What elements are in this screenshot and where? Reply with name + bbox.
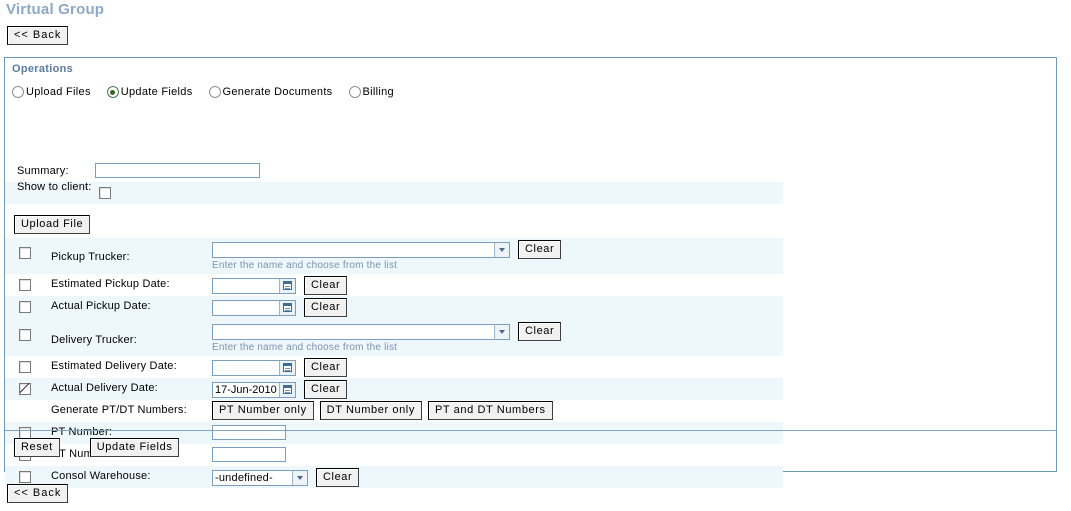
- row-label: Actual Delivery Date:: [51, 382, 158, 394]
- estimated-delivery-date-input[interactable]: [213, 360, 279, 375]
- pickup-trucker-hint: Enter the name and choose from the list: [212, 260, 398, 271]
- pt-number-input[interactable]: [212, 425, 286, 440]
- show-to-client-checkbox[interactable]: [99, 187, 111, 199]
- row-label: Actual Pickup Date:: [51, 300, 151, 312]
- page-title: Virtual Group: [6, 1, 105, 18]
- row-label: Consol Warehouse:: [51, 470, 151, 482]
- radio-label: Upload Files: [26, 86, 91, 98]
- radio-option-upload-files[interactable]: Upload Files: [12, 86, 91, 98]
- summary-input[interactable]: [95, 163, 260, 178]
- clear-button-delivery-trucker[interactable]: Clear: [518, 322, 562, 341]
- table-row-estimated-pickup-date: Estimated Pickup Date: Clear: [5, 274, 783, 296]
- row-checkbox-consol-warehouse[interactable]: [19, 471, 31, 483]
- summary-row: Summary:: [5, 163, 783, 181]
- table-row-actual-delivery-date: Actual Delivery Date: Clear: [5, 378, 783, 400]
- clear-button-actual-delivery-date[interactable]: Clear: [304, 380, 348, 399]
- radio-label: Update Fields: [120, 86, 193, 98]
- row-checkbox-actual-pickup-date[interactable]: [19, 301, 31, 313]
- calendar-icon[interactable]: [279, 300, 295, 315]
- radio-label: Generate Documents: [222, 86, 333, 98]
- pt-and-dt-numbers-button[interactable]: PT and DT Numbers: [427, 401, 553, 420]
- radio-option-billing[interactable]: Billing: [348, 86, 394, 98]
- table-row-consol-warehouse: Consol Warehouse: -undefined- Clear: [5, 466, 783, 488]
- row-label: Generate PT/DT Numbers:: [51, 404, 187, 416]
- calendar-icon[interactable]: [279, 382, 295, 397]
- row-label: Delivery Trucker:: [51, 334, 137, 346]
- consol-warehouse-select[interactable]: -undefined-: [212, 469, 308, 486]
- row-label: Estimated Pickup Date:: [51, 278, 170, 290]
- summary-label: Summary:: [17, 165, 69, 177]
- dt-number-only-button[interactable]: DT Number only: [319, 401, 422, 420]
- back-button-top[interactable]: << Back: [7, 26, 69, 45]
- table-row-delivery-trucker: Delivery Trucker: Clear Enter the name a…: [5, 318, 783, 356]
- row-label: Estimated Delivery Date:: [51, 360, 177, 372]
- chevron-down-icon[interactable]: [494, 324, 509, 339]
- clear-button-pickup-trucker[interactable]: Clear: [518, 240, 562, 259]
- chevron-down-icon[interactable]: [494, 242, 509, 257]
- operation-mode-radio-group: Upload Files Update Fields Generate Docu…: [12, 84, 410, 100]
- table-row-estimated-delivery-date: Estimated Delivery Date: Clear: [5, 356, 783, 378]
- estimated-pickup-date-field[interactable]: [212, 277, 296, 294]
- clear-button-estimated-delivery-date[interactable]: Clear: [304, 358, 348, 377]
- consol-warehouse-value: -undefined-: [215, 471, 273, 484]
- panel-title: Operations: [12, 63, 74, 75]
- back-button-bottom[interactable]: << Back: [7, 484, 69, 503]
- row-checkbox-estimated-delivery-date[interactable]: [19, 361, 31, 373]
- table-row-actual-pickup-date: Actual Pickup Date: Clear: [5, 296, 783, 318]
- panel-actions: Reset Update Fields: [14, 438, 180, 457]
- actual-delivery-date-field[interactable]: [212, 381, 296, 398]
- radio-option-update-fields[interactable]: Update Fields: [106, 86, 193, 98]
- estimated-delivery-date-field[interactable]: [212, 359, 296, 376]
- actual-delivery-date-input[interactable]: [213, 382, 279, 397]
- pt-number-only-button[interactable]: PT Number only: [212, 401, 314, 420]
- delivery-trucker-combo[interactable]: [212, 323, 510, 340]
- row-checkbox-delivery-trucker[interactable]: [19, 329, 31, 341]
- radio-icon[interactable]: [208, 86, 221, 98]
- calendar-icon[interactable]: [279, 278, 295, 293]
- estimated-pickup-date-input[interactable]: [213, 278, 279, 293]
- show-to-client-row: Show to client:: [5, 182, 783, 204]
- pickup-trucker-combo[interactable]: [212, 241, 510, 258]
- panel-divider: [5, 430, 1056, 431]
- table-row-pickup-trucker: Pickup Trucker: Clear Enter the name and…: [5, 238, 783, 274]
- radio-icon[interactable]: [12, 86, 24, 98]
- show-to-client-label: Show to client:: [17, 181, 92, 193]
- actual-pickup-date-input[interactable]: [213, 300, 279, 315]
- delivery-trucker-hint: Enter the name and choose from the list: [212, 342, 398, 353]
- table-row-generate-numbers: Generate PT/DT Numbers: PT Number only D…: [5, 400, 783, 422]
- clear-button-consol-warehouse[interactable]: Clear: [316, 468, 360, 487]
- radio-option-generate-documents[interactable]: Generate Documents: [208, 86, 333, 98]
- clear-button-actual-pickup-date[interactable]: Clear: [304, 298, 348, 317]
- clear-button-estimated-pickup-date[interactable]: Clear: [304, 276, 348, 295]
- row-checkbox-actual-delivery-date[interactable]: [19, 383, 31, 395]
- upload-file-button[interactable]: Upload File: [14, 215, 91, 234]
- chevron-down-icon[interactable]: [292, 470, 307, 485]
- row-checkbox-estimated-pickup-date[interactable]: [19, 279, 31, 291]
- radio-icon-selected[interactable]: [106, 86, 119, 98]
- calendar-icon[interactable]: [279, 360, 295, 375]
- reset-button[interactable]: Reset: [14, 438, 60, 457]
- actual-pickup-date-field[interactable]: [212, 299, 296, 316]
- row-label: Pickup Trucker:: [51, 251, 130, 263]
- update-fields-button[interactable]: Update Fields: [89, 438, 180, 457]
- operations-panel: Operations Upload Files Update Fields Ge…: [4, 57, 1057, 488]
- dt-number-input[interactable]: [212, 447, 286, 462]
- pickup-trucker-input[interactable]: [213, 242, 494, 257]
- radio-icon[interactable]: [348, 86, 361, 98]
- row-checkbox-pickup-trucker[interactable]: [19, 247, 31, 259]
- row-label: PT Number:: [51, 426, 113, 438]
- radio-label: Billing: [362, 86, 394, 98]
- delivery-trucker-input[interactable]: [213, 324, 494, 339]
